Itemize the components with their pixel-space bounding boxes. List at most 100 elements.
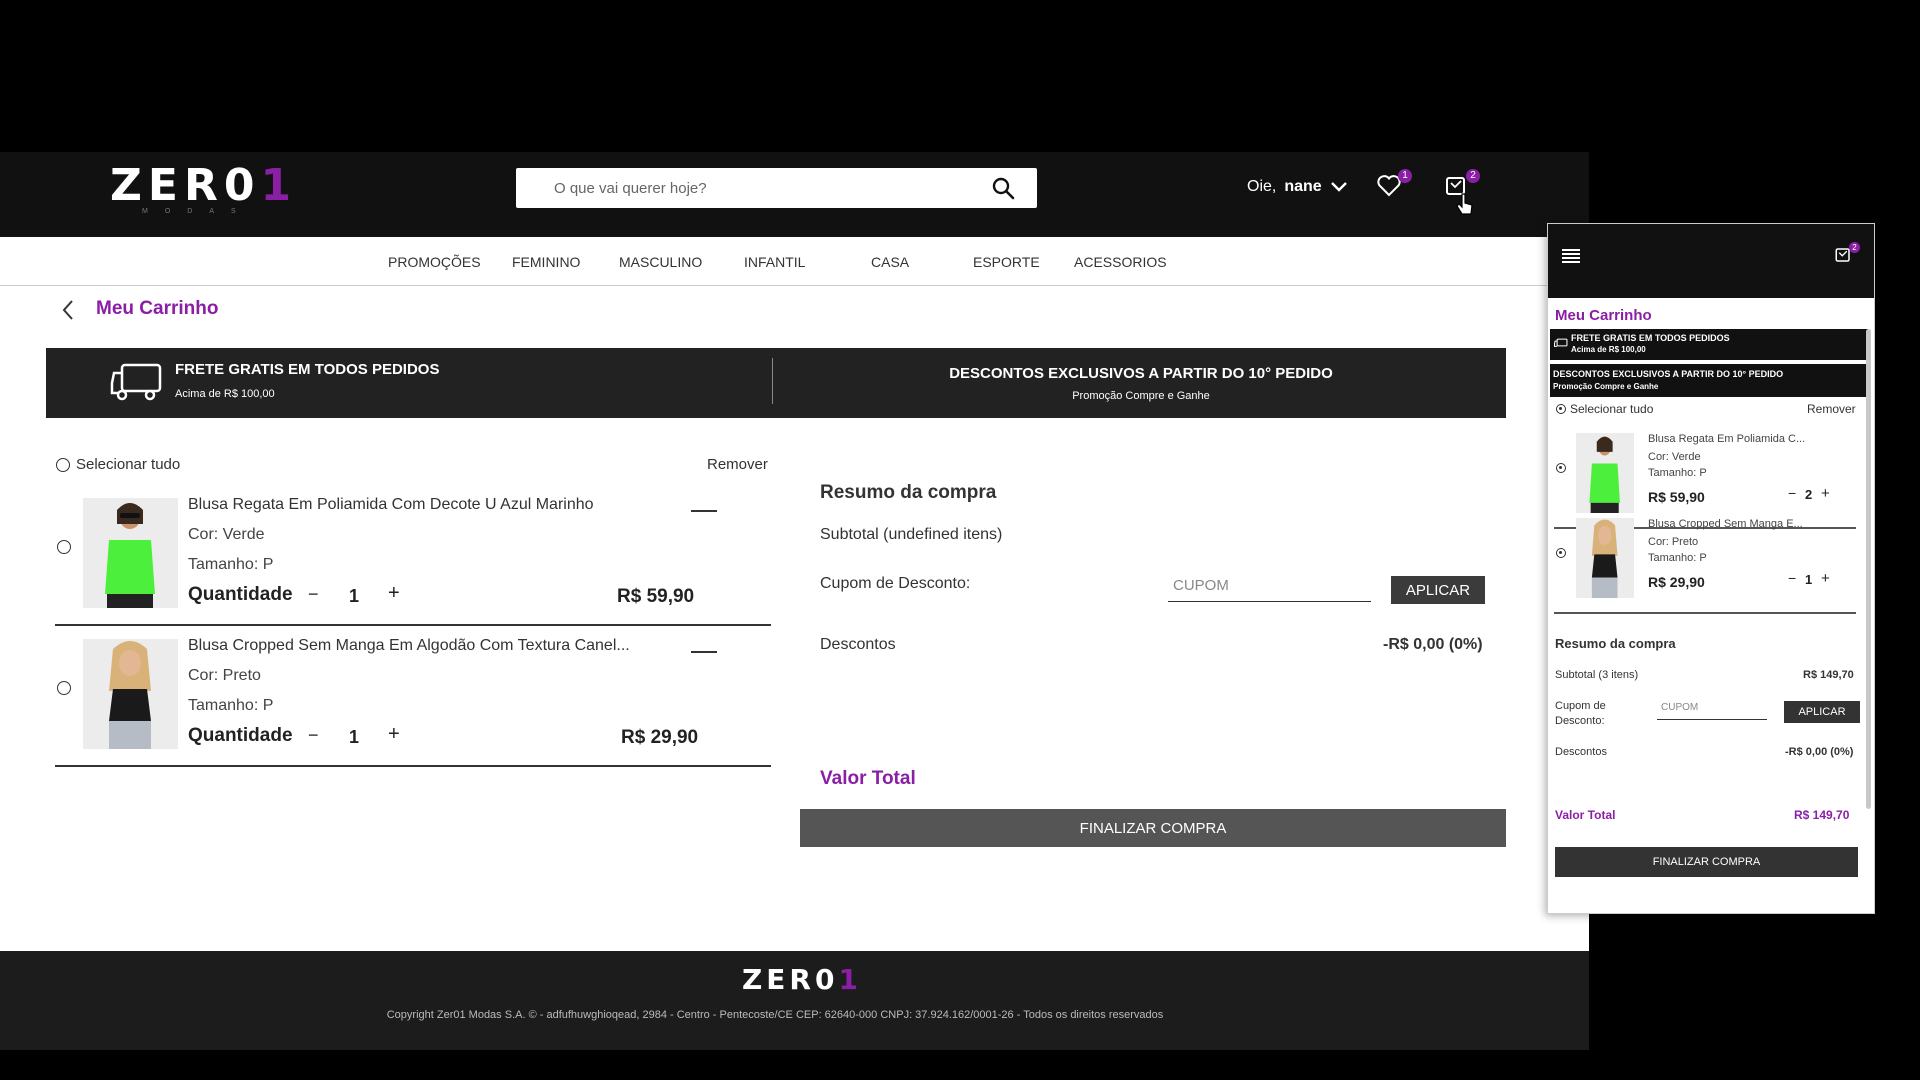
mobile-shipping-subtitle: Acima de R$ 100,00 <box>1571 345 1646 354</box>
mobile-quantity-decrease-button[interactable]: − <box>1788 570 1796 586</box>
user-menu[interactable]: Oie, nane <box>1247 178 1348 196</box>
mobile-quantity-increase-button[interactable]: + <box>1821 570 1830 587</box>
mobile-preview: 2 Meu Carrinho FRETE GRATIS EM TODOS PED… <box>1547 223 1875 914</box>
item-select-radio[interactable] <box>57 540 71 554</box>
product-name[interactable]: Blusa Regata Em Poliamida Com Decote U A… <box>188 496 594 514</box>
mobile-item-select-radio[interactable] <box>1556 463 1566 473</box>
apply-coupon-button[interactable]: APLICAR <box>1391 576 1485 604</box>
quantity-label: Quantidade <box>188 584 293 605</box>
desktop-site: ZER01 MODAS Oie, nane 1 <box>0 152 1589 1050</box>
cart-count-badge: 2 <box>1466 169 1480 183</box>
hamburger-menu-icon[interactable] <box>1562 248 1580 264</box>
mobile-discounts-label: Descontos <box>1555 746 1607 758</box>
mobile-shipping-title: FRETE GRATIS EM TODOS PEDIDOS <box>1571 333 1730 343</box>
back-arrow-icon[interactable] <box>60 298 76 322</box>
nav-masculino[interactable]: MASCULINO <box>619 254 702 270</box>
remove-item-button[interactable] <box>691 510 717 512</box>
product-image[interactable] <box>83 498 178 608</box>
mobile-discounts-value: -R$ 0,00 (0%) <box>1785 746 1854 758</box>
copyright: Copyright Zer01 Modas S.A. © - adfufhuwg… <box>386 1009 1164 1021</box>
remove-button[interactable]: Remover <box>707 456 768 473</box>
mobile-product-image[interactable] <box>1576 433 1634 513</box>
mobile-scrollbar[interactable] <box>1866 329 1871 809</box>
search-icon[interactable] <box>991 176 1015 200</box>
mobile-select-all-label: Selecionar tudo <box>1570 402 1654 416</box>
mobile-total-label: Valor Total <box>1555 808 1616 822</box>
mobile-subtotal-value: R$ 149,70 <box>1803 669 1854 681</box>
truck-icon <box>1554 338 1568 347</box>
mobile-discount-banner: DESCONTOS EXCLUSIVOS A PARTIR DO 10° PED… <box>1550 364 1868 397</box>
nav-infantil[interactable]: INFANTIL <box>744 254 805 270</box>
search-bar <box>516 168 1037 208</box>
discount-title: DESCONTOS EXCLUSIVOS A PARTIR DO 10° PED… <box>949 365 1333 382</box>
wishlist-count-badge: 1 <box>1398 169 1412 183</box>
mobile-product-size: Tamanho: P <box>1648 467 1707 479</box>
mobile-quantity-increase-button[interactable]: + <box>1821 485 1830 502</box>
mobile-total-value: R$ 149,70 <box>1794 808 1850 822</box>
mobile-quantity-decrease-button[interactable]: − <box>1788 485 1796 501</box>
truck-icon <box>110 363 162 401</box>
quantity-label: Quantidade <box>188 725 293 746</box>
page-title: Meu Carrinho <box>96 298 219 319</box>
mouse-pointer-icon <box>1456 193 1473 215</box>
mobile-coupon-input[interactable] <box>1657 696 1767 720</box>
nav-casa[interactable]: CASA <box>871 254 909 270</box>
mobile-item-select-radio[interactable] <box>1556 548 1566 558</box>
item-select-radio[interactable] <box>57 681 71 695</box>
quantity-increase-button[interactable]: + <box>388 582 400 605</box>
chevron-down-icon <box>1330 182 1347 192</box>
nav-esporte[interactable]: ESPORTE <box>973 254 1040 270</box>
remove-item-button[interactable] <box>691 651 717 653</box>
mobile-product-name[interactable]: Blusa Regata Em Poliamida C... <box>1648 433 1805 445</box>
product-name[interactable]: Blusa Cropped Sem Manga Em Algodão Com T… <box>188 637 630 655</box>
mobile-apply-coupon-button[interactable]: APLICAR <box>1784 701 1860 723</box>
header-bar: ZER01 MODAS Oie, nane 1 <box>0 152 1589 237</box>
mobile-product-price: R$ 59,90 <box>1648 489 1705 505</box>
mobile-product-name[interactable]: Blusa Cropped Sem Manga E... <box>1648 518 1803 530</box>
nav-acessorios[interactable]: ACESSORIOS <box>1074 254 1167 270</box>
product-image[interactable] <box>83 639 178 749</box>
free-shipping-subtitle: Acima de R$ 100,00 <box>175 388 275 400</box>
product-price: R$ 29,90 <box>621 727 699 748</box>
discounts-label: Descontos <box>820 636 896 653</box>
logo[interactable]: ZER01 <box>110 160 297 211</box>
wishlist-button[interactable]: 1 <box>1376 169 1412 202</box>
mobile-select-all[interactable]: Selecionar tudo <box>1556 402 1653 416</box>
quantity-value: 1 <box>349 586 360 606</box>
product-price: R$ 59,90 <box>617 586 695 607</box>
quantity-decrease-button[interactable]: − <box>308 584 319 605</box>
mobile-quantity-value: 2 <box>1805 487 1813 502</box>
footer: ZER01 Copyright Zer01 Modas S.A. © - adf… <box>0 951 1589 1050</box>
coupon-input[interactable] <box>1168 570 1371 602</box>
mobile-checkout-button[interactable]: FINALIZAR COMPRA <box>1555 847 1858 877</box>
nav-feminino[interactable]: FEMININO <box>512 254 580 270</box>
logo-subtitle: MODAS <box>142 208 253 215</box>
mobile-product-image[interactable] <box>1576 518 1634 598</box>
mobile-discount-title: DESCONTOS EXCLUSIVOS A PARTIR DO 10° PED… <box>1553 369 1784 379</box>
footer-logo[interactable]: ZER01 <box>742 963 862 996</box>
coupon-label: Cupom de Desconto: <box>820 575 971 592</box>
screen: ZER01 MODAS Oie, nane 1 <box>0 0 1920 1080</box>
mobile-header: 2 <box>1548 224 1874 298</box>
mobile-product-price: R$ 29,90 <box>1648 574 1705 590</box>
mobile-select-all-radio[interactable] <box>1556 404 1566 414</box>
select-all-radio[interactable] <box>56 457 70 472</box>
cart-item: Blusa Cropped Sem Manga Em Algodão Com T… <box>55 631 771 767</box>
quantity-increase-button[interactable]: + <box>388 723 400 746</box>
mobile-summary-title: Resumo da compra <box>1555 636 1676 651</box>
select-all[interactable]: Selecionar tudo <box>56 456 180 473</box>
quantity-value: 1 <box>349 727 360 747</box>
nav-promocoes[interactable]: PROMOÇÕES <box>388 254 481 270</box>
mobile-cart-button[interactable]: 2 <box>1834 242 1860 266</box>
checkout-button[interactable]: FINALIZAR COMPRA <box>800 809 1506 847</box>
mobile-remove-button[interactable]: Remover <box>1807 402 1856 416</box>
user-name: nane <box>1284 178 1322 195</box>
mobile-cart-count-badge: 2 <box>1849 242 1860 253</box>
mobile-quantity-value: 1 <box>1805 572 1813 587</box>
mobile-coupon-label: Cupom de Desconto: <box>1555 700 1606 727</box>
product-size: Tamanho: P <box>188 697 274 714</box>
quantity-decrease-button[interactable]: − <box>308 725 319 746</box>
mobile-subtotal-label: Subtotal (3 itens) <box>1555 669 1639 681</box>
search-input[interactable] <box>554 168 974 208</box>
mobile-shipping-banner: FRETE GRATIS EM TODOS PEDIDOS Acima de R… <box>1550 329 1868 360</box>
